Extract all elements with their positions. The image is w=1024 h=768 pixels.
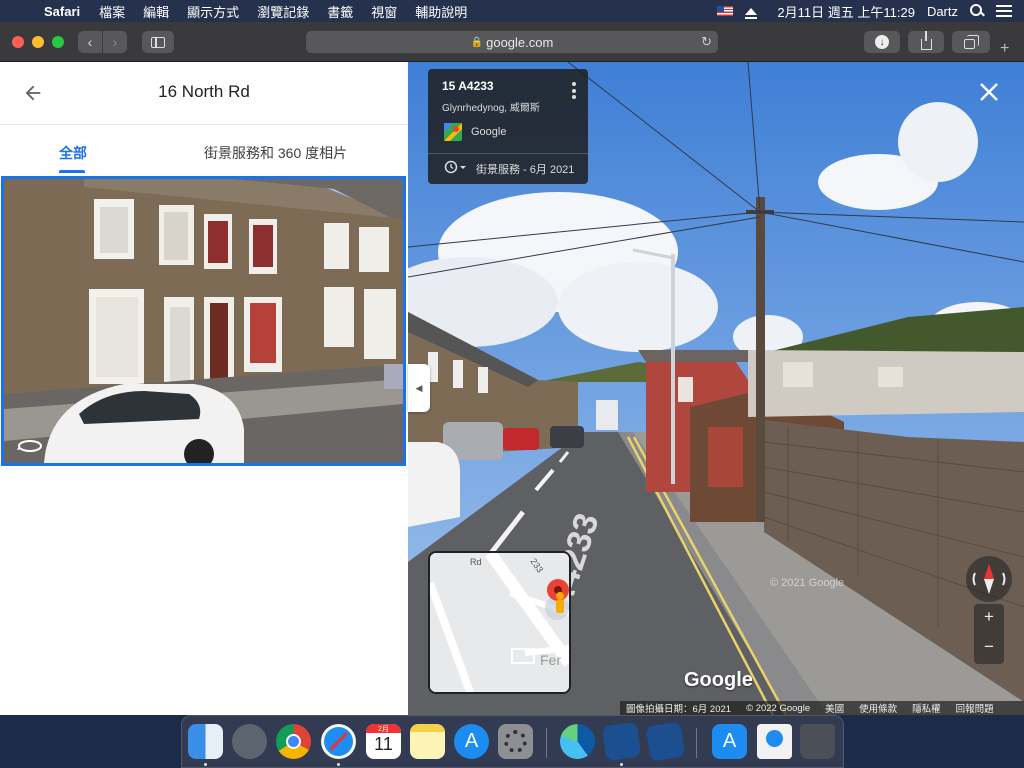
download-icon: ↓	[875, 35, 889, 49]
google-logo: Google	[684, 669, 753, 691]
trash-icon[interactable]	[800, 724, 835, 759]
terms-link[interactable]: 使用條款	[859, 701, 897, 715]
system-preferences-icon[interactable]	[498, 724, 533, 759]
virtualbox-icon[interactable]	[601, 721, 642, 762]
copyright: © 2022 Google	[746, 702, 811, 714]
menu-history[interactable]: 瀏覽記錄	[248, 2, 318, 21]
map-place-label: Fer	[540, 652, 561, 668]
menu-help[interactable]: 輔助說明	[406, 2, 476, 21]
menu-bookmarks[interactable]: 書籤	[318, 2, 362, 21]
finder-icon[interactable]	[188, 724, 223, 759]
menubar-user[interactable]: Dartz	[927, 4, 958, 19]
country-link[interactable]: 美國	[825, 701, 844, 715]
street-view-thumbnail[interactable]	[1, 176, 406, 466]
street-photo-image	[4, 179, 403, 463]
mini-map[interactable]: 233 Rd Fer	[428, 551, 571, 694]
share-icon	[920, 30, 932, 50]
location-subtitle: Glynrhedynog, 威爾斯	[442, 103, 540, 114]
chevron-right-icon: ›	[112, 34, 118, 50]
zoom-controls: + −	[974, 604, 1004, 664]
panel-title: 16 North Rd	[158, 82, 250, 101]
menu-app-safari[interactable]: Safari	[36, 4, 90, 19]
running-indicator	[204, 763, 207, 766]
calendar-icon[interactable]: 2月 11	[366, 724, 401, 759]
chevron-left-icon: ‹	[87, 34, 93, 50]
report-link[interactable]: 回報問題	[956, 701, 994, 715]
control-center-icon[interactable]	[996, 5, 1012, 17]
menu-file[interactable]: 檔案	[90, 2, 134, 21]
lock-icon: 🔒	[470, 36, 484, 48]
attribution-bar: 圖像拍攝日期：6月 2021 © 2022 Google 美國 使用條款 隱私權…	[620, 701, 1024, 715]
address-bar[interactable]: 🔒 google.com ↻	[306, 31, 718, 53]
menubar-clock[interactable]: 2月11日 週五 上午11:29	[777, 2, 915, 21]
dock: 2月 11 A A	[181, 715, 844, 768]
collapse-panel-button[interactable]: ◀	[408, 364, 430, 412]
window-minimize-button[interactable]	[32, 36, 44, 48]
notes-icon[interactable]	[410, 724, 445, 759]
time-travel-icon[interactable]	[444, 160, 468, 174]
dock-separator	[696, 728, 697, 758]
source-label: Google	[471, 126, 507, 138]
more-options-icon[interactable]	[572, 82, 576, 99]
photos-panel: 16 North Rd 全部 街景服務和 360 度相片	[0, 62, 408, 715]
calendar-day: 11	[374, 734, 393, 754]
map-road-label-2: Rd	[470, 557, 482, 567]
menu-bar: Safari 檔案 編輯 顯示方式 瀏覽記錄 書籤 視窗 輔助說明 2月11日 …	[0, 0, 1024, 22]
window-close-button[interactable]	[12, 36, 24, 48]
capture-date-label[interactable]: 街景服務 - 6月 2021	[476, 161, 574, 177]
virtualbox-vm-icon[interactable]	[645, 721, 686, 762]
address-text: google.com	[486, 34, 554, 50]
browser-toolbar: ‹ › 🔒 google.com ↻ ↓	[0, 22, 1024, 62]
chrome-icon[interactable]	[276, 724, 311, 759]
app-store-folder-icon[interactable]: A	[712, 724, 747, 759]
downloads-stack-icon[interactable]	[757, 724, 792, 759]
new-tab-plus-icon[interactable]: +	[1000, 40, 1009, 58]
app-store-icon[interactable]: A	[454, 724, 489, 759]
tabs-icon	[964, 34, 979, 49]
dock-separator	[546, 728, 547, 758]
downloads-button[interactable]: ↓	[864, 31, 900, 53]
eject-icon[interactable]	[745, 7, 758, 19]
launchpad-icon[interactable]	[232, 724, 267, 759]
tab-all[interactable]: 全部	[59, 143, 87, 163]
tab-overview-button[interactable]	[952, 31, 990, 53]
zoom-in-button[interactable]: +	[974, 607, 1004, 627]
zoom-out-button[interactable]: −	[974, 637, 1004, 657]
card-divider	[428, 153, 588, 154]
safari-icon[interactable]	[321, 724, 356, 759]
menu-edit[interactable]: 編輯	[134, 2, 178, 21]
google-maps-icon	[444, 123, 462, 141]
photo-tabs: 全部 街景服務和 360 度相片	[0, 124, 408, 176]
caret-left-icon: ◀	[415, 382, 423, 393]
location-info-card: 15 A4233 Glynrhedynog, 威爾斯 Google 街景服務 -…	[428, 69, 588, 184]
spotlight-search-icon[interactable]	[970, 4, 984, 18]
close-icon[interactable]	[978, 81, 1000, 103]
forward-button[interactable]: ›	[103, 31, 127, 53]
input-source-flag-icon[interactable]	[717, 6, 734, 16]
tab-street-view-360[interactable]: 街景服務和 360 度相片	[204, 143, 347, 163]
360-rotate-icon	[17, 440, 42, 452]
window-zoom-button[interactable]	[52, 36, 64, 48]
capture-date: 圖像拍攝日期：6月 2021	[626, 704, 732, 715]
imagery-watermark: © 2021 Google	[770, 577, 845, 589]
reload-icon[interactable]: ↻	[701, 34, 712, 50]
menu-window[interactable]: 視窗	[362, 2, 406, 21]
privacy-link[interactable]: 隱私權	[912, 701, 941, 715]
running-indicator	[337, 763, 340, 766]
compass-icon	[972, 564, 1006, 594]
mini-map-canvas: 233 Rd Fer	[430, 553, 569, 692]
edge-icon[interactable]	[560, 724, 595, 759]
running-indicator	[620, 763, 623, 766]
calendar-month: 2月	[366, 724, 401, 733]
share-button[interactable]	[908, 30, 944, 53]
sidebar-icon	[151, 36, 165, 48]
compass-control[interactable]	[966, 556, 1012, 602]
menu-view[interactable]: 顯示方式	[178, 2, 248, 21]
location-title: 15 A4233	[442, 79, 494, 93]
active-tab-indicator	[59, 170, 85, 173]
back-button[interactable]: ‹	[78, 31, 102, 53]
sidebar-toggle-button[interactable]	[142, 31, 174, 53]
